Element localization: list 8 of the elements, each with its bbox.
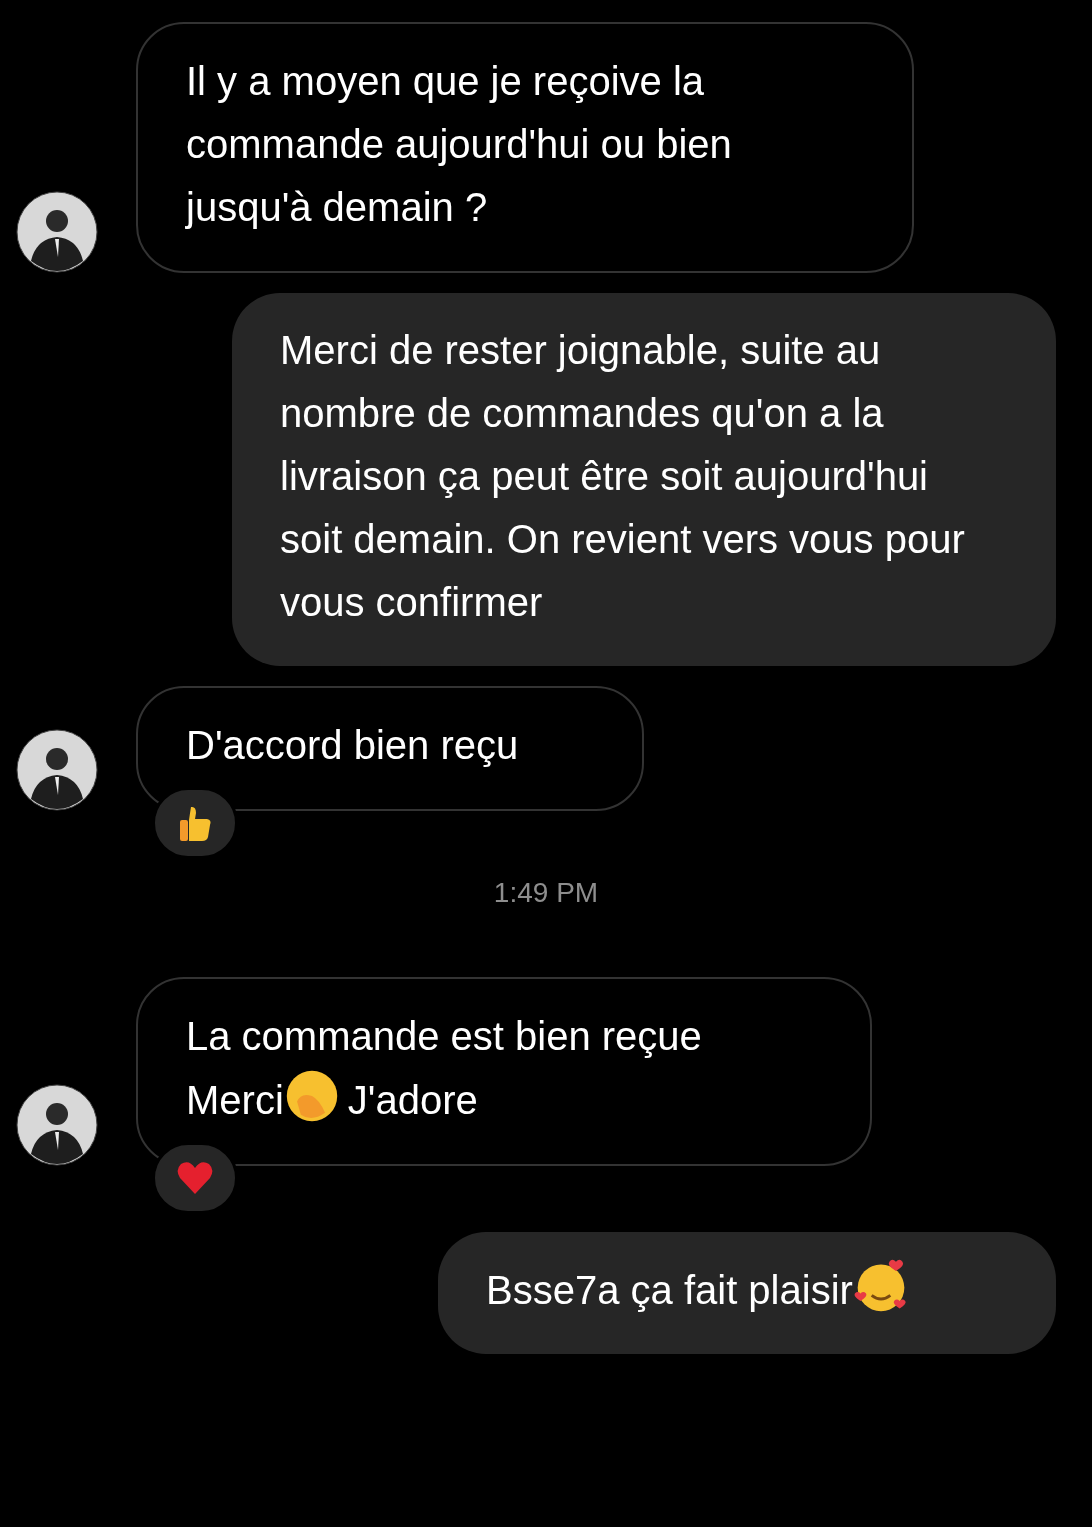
avatar-icon[interactable] (16, 729, 98, 811)
message-bubble[interactable]: Merci de rester joignable, suite au nombre de commandes qu'on a la livraison ça peut être soit aujourd'hui soit demain. On revient vers vous pour vous confirmer (232, 293, 1056, 666)
avatar-icon[interactable] (16, 191, 98, 273)
timestamp: 1:49 PM (492, 877, 600, 909)
emoji-icon (852, 1258, 909, 1314)
message-bubble[interactable]: Il y a moyen que je reçoive la commande aujourd'hui ou bien jusqu'à demain ? (136, 22, 914, 273)
message-bubble[interactable]: Bsse7a ça fait plaisir (438, 1232, 1056, 1354)
avatar-icon[interactable] (16, 1084, 98, 1166)
